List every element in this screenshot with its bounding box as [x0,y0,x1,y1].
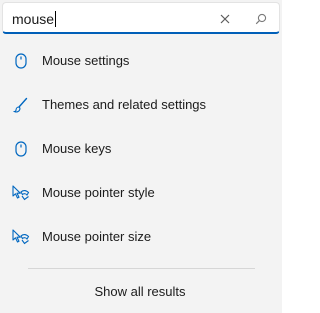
pointer-icon [12,228,30,246]
result-label: Mouse pointer size [42,229,152,244]
pointer-icon [12,184,30,202]
close-icon [220,14,230,24]
text-caret [55,11,57,27]
show-all-results-link[interactable]: Show all results [0,282,280,302]
result-label: Mouse keys [42,141,112,156]
search-input-box[interactable]: mouse [2,2,280,34]
search-button[interactable] [251,9,271,29]
result-item-mouse-keys[interactable]: Mouse keys [0,128,280,168]
search-flyout: mouse Mouse settings Themes and related … [0,0,296,313]
background-strip [282,0,296,313]
result-label: Mouse settings [42,53,130,68]
result-item-mouse-pointer-style[interactable]: Mouse pointer style [0,172,280,212]
divider [28,268,255,269]
result-label: Themes and related settings [42,97,207,112]
clear-button[interactable] [215,9,235,29]
result-item-mouse-settings[interactable]: Mouse settings [0,40,280,80]
brush-icon [12,96,30,114]
result-item-mouse-pointer-size[interactable]: Mouse pointer size [0,216,280,256]
result-item-themes[interactable]: Themes and related settings [0,84,280,124]
mouse-icon [12,52,30,70]
search-input-value: mouse [12,11,55,27]
search-icon [255,13,267,25]
mouse-icon [12,140,30,158]
result-label: Mouse pointer style [42,185,155,200]
search-input[interactable]: mouse [12,10,57,28]
